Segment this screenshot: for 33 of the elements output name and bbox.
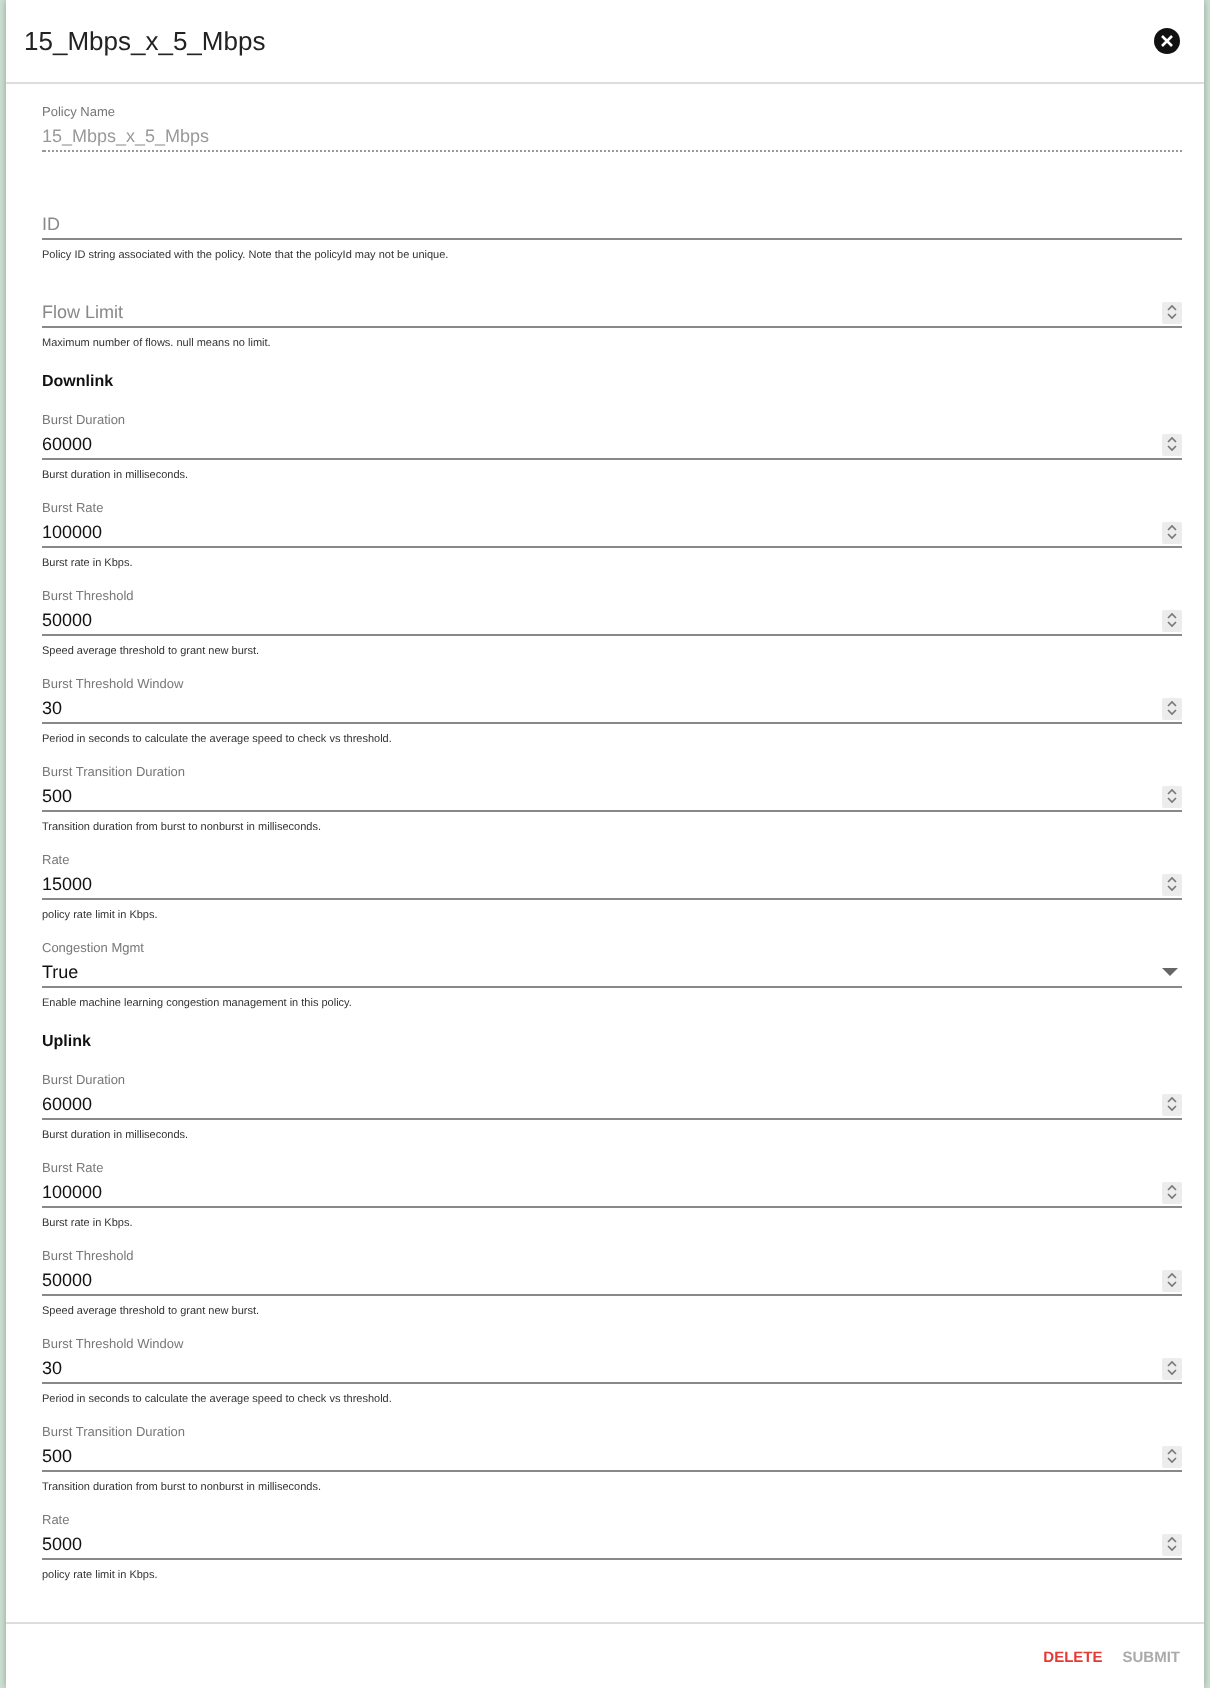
spinner-icon[interactable] [1162,301,1182,323]
spinner-icon[interactable] [1162,1533,1182,1555]
input-field[interactable]: 15000 [42,870,1182,900]
input-field[interactable]: 50000 [42,1266,1182,1296]
spinner-icon[interactable] [1162,1445,1182,1467]
input-field[interactable]: 500 [42,1442,1182,1472]
input-field[interactable]: 100000 [42,1178,1182,1208]
spinner-icon[interactable] [1162,1093,1182,1115]
spinner-icon[interactable] [1162,873,1182,895]
spinner-icon[interactable] [1162,785,1182,807]
spinner-icon[interactable] [1162,521,1182,543]
input-field[interactable]: 500 [42,782,1182,812]
section-heading: Downlink [42,370,116,394]
spinner-icon[interactable] [1162,1357,1182,1379]
input-field[interactable]: 60000 [42,430,1182,460]
input-field[interactable]: Flow Limit [42,298,1182,328]
input-field[interactable]: 30 [42,1354,1182,1384]
input-field[interactable]: ID [42,210,1182,240]
dropdown-caret-icon[interactable] [1162,968,1178,976]
spinner-icon[interactable] [1162,1181,1182,1203]
dialog-title: 15_Mbps_x_5_Mbps [24,26,266,56]
spinner-icon[interactable] [1162,1269,1182,1291]
spinner-icon[interactable] [1162,609,1182,631]
close-icon[interactable] [1154,28,1180,54]
section-heading: Uplink [42,1030,93,1054]
select-field[interactable]: True [42,958,1182,988]
input-field[interactable]: 50000 [42,606,1182,636]
input-field[interactable]: 30 [42,694,1182,724]
spinner-icon[interactable] [1162,433,1182,455]
spinner-icon[interactable] [1162,697,1182,719]
input-field[interactable]: 60000 [42,1090,1182,1120]
input-field[interactable]: 5000 [42,1530,1182,1560]
input-field[interactable]: 100000 [42,518,1182,548]
